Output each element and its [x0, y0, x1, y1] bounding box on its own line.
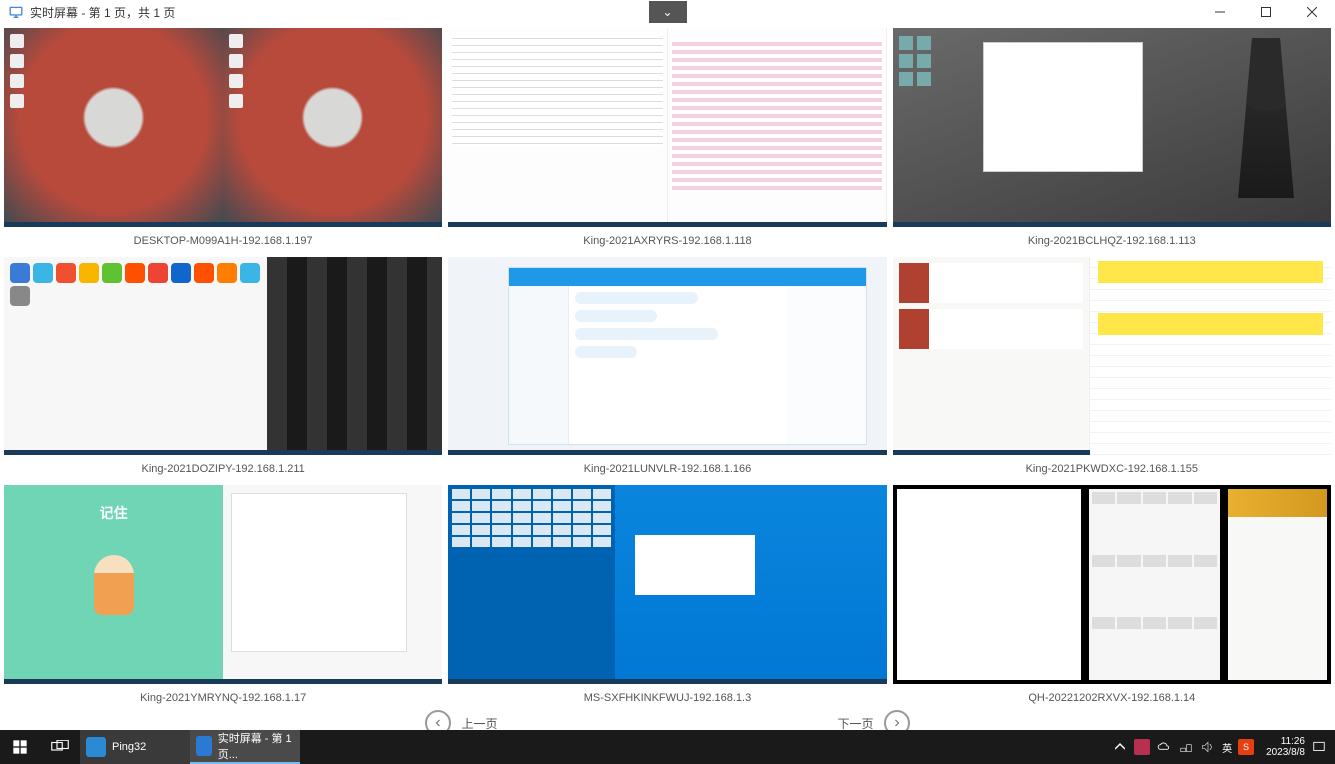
next-page-label: 下一页	[838, 715, 874, 731]
close-button[interactable]	[1289, 0, 1335, 24]
network-icon[interactable]	[1178, 739, 1194, 755]
maximize-button[interactable]	[1243, 0, 1289, 24]
start-button[interactable]	[0, 730, 40, 764]
title-dropdown-button[interactable]: ⌄	[649, 1, 687, 23]
screen-thumbnail[interactable]	[4, 257, 442, 456]
arrow-right-icon	[884, 710, 910, 730]
screen-thumbnail[interactable]: 记住	[4, 485, 442, 684]
taskbar-app-label: Ping32	[112, 741, 146, 753]
pager: 上一页 下一页	[4, 710, 1331, 730]
ping32-icon	[86, 737, 106, 757]
monitor-icon	[6, 2, 26, 22]
screen-thumbnail[interactable]	[893, 485, 1331, 684]
tray-expand-icon[interactable]	[1112, 739, 1128, 755]
screen-thumbnail[interactable]	[893, 28, 1331, 227]
screen-label: King-2021YMRYNQ-192.168.1.17	[4, 692, 442, 708]
screen-label: QH-20221202RXVX-192.168.1.14	[893, 692, 1331, 708]
screen-label: King-2021LUNVLR-192.168.1.166	[448, 463, 886, 479]
taskbar-app-ping32[interactable]: Ping32	[80, 730, 190, 764]
prev-page-label: 上一页	[461, 715, 497, 731]
screen-thumbnail[interactable]	[448, 28, 886, 227]
monitor-icon	[196, 736, 212, 756]
notifications-icon[interactable]	[1311, 739, 1327, 755]
taskbar-app-realtime[interactable]: 实时屏幕 - 第 1 页...	[190, 730, 300, 764]
screen-cell[interactable]: QH-20221202RXVX-192.168.1.14	[893, 485, 1331, 708]
screen-thumbnail[interactable]	[448, 257, 886, 456]
sogou-ime-icon[interactable]: S	[1238, 739, 1254, 755]
screen-label: MS-SXFHKINKFWUJ-192.168.1.3	[448, 692, 886, 708]
cloud-icon[interactable]	[1156, 739, 1172, 755]
screen-label: King-2021BCLHQZ-192.168.1.113	[893, 235, 1331, 251]
arrow-left-icon	[425, 710, 451, 730]
taskbar-app-label: 实时屏幕 - 第 1 页...	[218, 730, 294, 762]
screen-label: King-2021DOZIPY-192.168.1.211	[4, 463, 442, 479]
task-view-button[interactable]	[40, 730, 80, 764]
next-page-button[interactable]: 下一页	[838, 710, 910, 730]
taskbar: Ping32 实时屏幕 - 第 1 页... 英 S 11:26 2023/8/…	[0, 730, 1335, 764]
screen-cell[interactable]: DESKTOP-M099A1H-192.168.1.197	[4, 28, 442, 251]
system-tray: 英 S 11:26 2023/8/8	[1112, 736, 1335, 758]
screen-label: DESKTOP-M099A1H-192.168.1.197	[4, 235, 442, 251]
overlay-text: 记住	[100, 503, 128, 523]
screen-label: King-2021AXRYRS-192.168.1.118	[448, 235, 886, 251]
screen-thumbnail[interactable]	[448, 485, 886, 684]
time-text: 11:26	[1266, 736, 1305, 747]
ime-indicator[interactable]: 英	[1222, 740, 1232, 755]
screen-grid: DESKTOP-M099A1H-192.168.1.197 King-2021A…	[4, 28, 1331, 708]
minimize-button[interactable]	[1197, 0, 1243, 24]
title-bar: 实时屏幕 - 第 1 页，共 1 页 ⌄	[0, 0, 1335, 24]
screen-thumbnail[interactable]	[893, 257, 1331, 456]
screen-cell[interactable]: 记住 King-2021YMRYNQ-192.168.1.17	[4, 485, 442, 708]
date-text: 2023/8/8	[1266, 747, 1305, 758]
screen-cell[interactable]: King-2021AXRYRS-192.168.1.118	[448, 28, 886, 251]
screen-cell[interactable]: King-2021BCLHQZ-192.168.1.113	[893, 28, 1331, 251]
chevron-down-icon: ⌄	[662, 5, 672, 19]
screen-cell[interactable]: King-2021PKWDXC-192.168.1.155	[893, 257, 1331, 480]
volume-icon[interactable]	[1200, 739, 1216, 755]
window-title: 实时屏幕 - 第 1 页，共 1 页	[30, 4, 175, 21]
tray-app-icon[interactable]	[1134, 739, 1150, 755]
content-area: DESKTOP-M099A1H-192.168.1.197 King-2021A…	[0, 24, 1335, 730]
screen-cell[interactable]: King-2021LUNVLR-192.168.1.166	[448, 257, 886, 480]
screen-label: King-2021PKWDXC-192.168.1.155	[893, 463, 1331, 479]
clock[interactable]: 11:26 2023/8/8	[1260, 736, 1305, 758]
prev-page-button[interactable]: 上一页	[425, 710, 497, 730]
screen-cell[interactable]: MS-SXFHKINKFWUJ-192.168.1.3	[448, 485, 886, 708]
screen-cell[interactable]: King-2021DOZIPY-192.168.1.211	[4, 257, 442, 480]
screen-thumbnail[interactable]	[4, 28, 442, 227]
